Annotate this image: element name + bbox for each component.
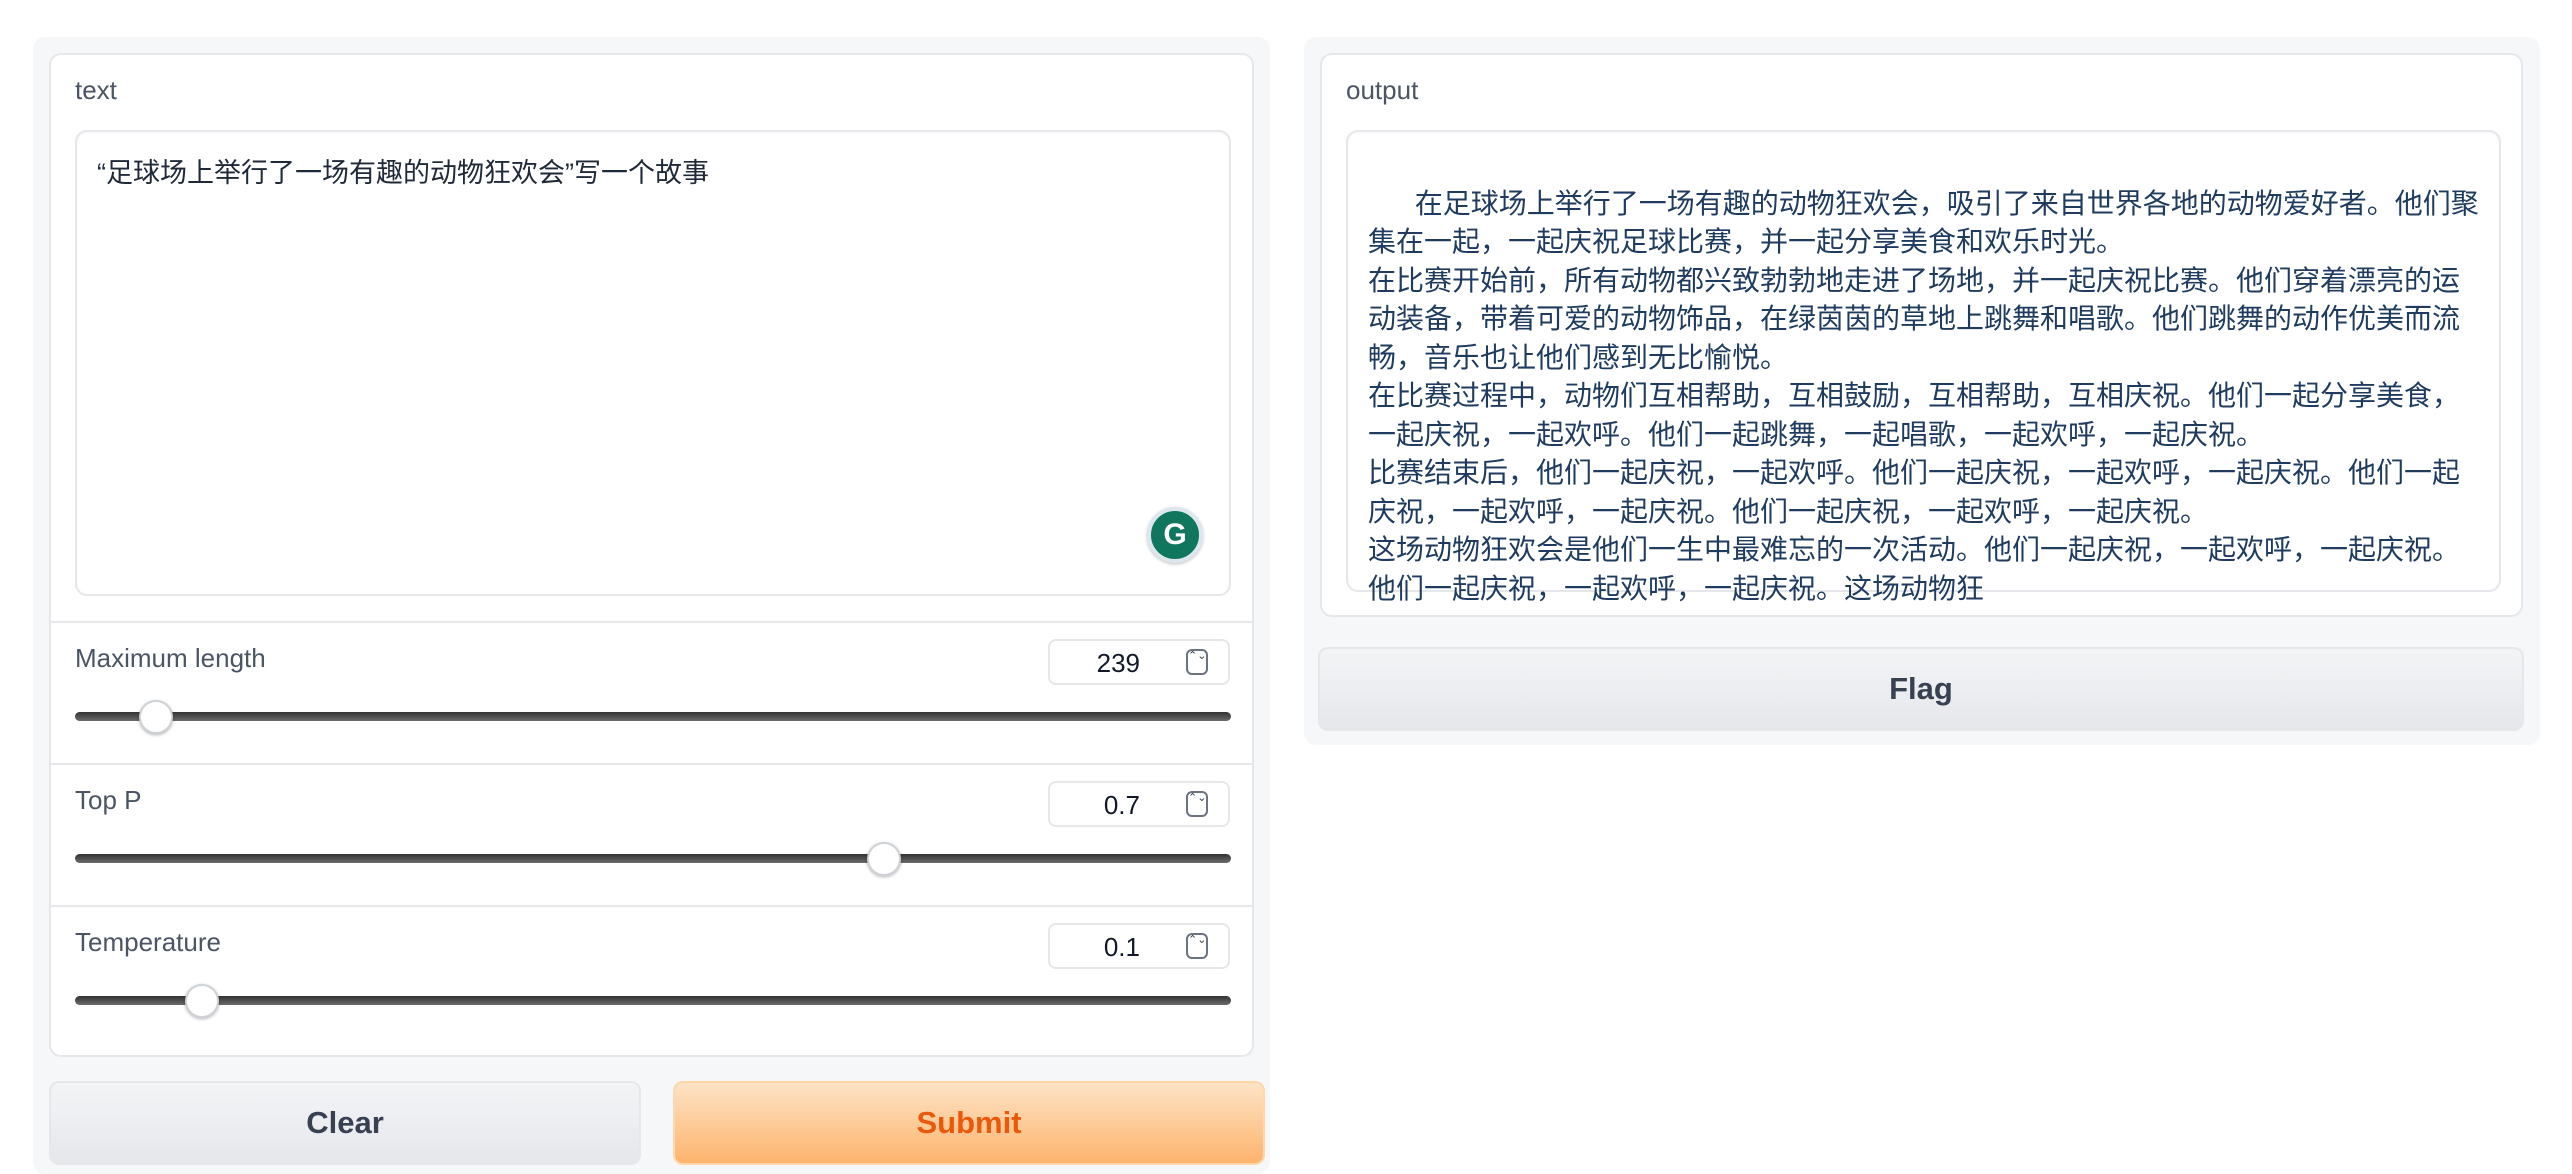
spinner-icon[interactable]: ⌃⌄ <box>1186 933 1208 959</box>
text-input-value: “足球场上举行了一场有趣的动物狂欢会”写一个故事 <box>97 158 709 188</box>
max-length-label: Maximum length <box>75 643 266 673</box>
temperature-label: Temperature <box>75 927 221 957</box>
grammarly-icon[interactable]: G <box>1147 507 1203 563</box>
text-input-label: text <box>75 75 117 105</box>
max-length-number-input[interactable]: 239 ⌃⌄ <box>1048 639 1230 685</box>
max-length-slider-thumb[interactable] <box>138 700 173 734</box>
spinner-icon[interactable]: ⌃⌄ <box>1186 791 1208 817</box>
top-p-slider-block: Top P 0.7 ⌃⌄ <box>51 765 1252 905</box>
max-length-value: 239 <box>1096 648 1140 678</box>
max-length-slider-block: Maximum length 239 ⌃⌄ <box>51 623 1252 763</box>
output-label: output <box>1346 75 1419 105</box>
output-textbox[interactable]: 在足球场上举行了一场有趣的动物狂欢会，吸引了来自世界各地的动物爱好者。他们聚集在… <box>1346 130 2501 604</box>
flag-button[interactable]: Flag <box>1318 647 2524 731</box>
submit-button[interactable]: Submit <box>673 1081 1265 1165</box>
right-column: output 在足球场上举行了一场有趣的动物狂欢会，吸引了来自世界各地的动物爱好… <box>1304 37 2540 745</box>
output-value: 在足球场上举行了一场有趣的动物狂欢会，吸引了来自世界各地的动物爱好者。他们聚集在… <box>1368 187 2479 604</box>
top-p-slider-thumb[interactable] <box>867 842 902 876</box>
temperature-number-input[interactable]: 0.1 ⌃⌄ <box>1048 923 1230 969</box>
top-p-number-input[interactable]: 0.7 ⌃⌄ <box>1048 781 1230 827</box>
top-p-slider-track[interactable] <box>75 854 1231 863</box>
temperature-slider-track[interactable] <box>75 996 1231 1005</box>
input-panel: text “足球场上举行了一场有趣的动物狂欢会”写一个故事 G Maximum … <box>49 53 1254 1057</box>
left-column: text “足球场上举行了一场有趣的动物狂欢会”写一个故事 G Maximum … <box>33 37 1270 1174</box>
temperature-slider-block: Temperature 0.1 ⌃⌄ <box>51 907 1252 1047</box>
max-length-slider-track[interactable] <box>75 712 1231 721</box>
temperature-value: 0.1 <box>1103 932 1140 962</box>
top-p-label: Top P <box>75 785 142 815</box>
clear-button[interactable]: Clear <box>49 1081 641 1165</box>
text-input[interactable]: “足球场上举行了一场有趣的动物狂欢会”写一个故事 G <box>75 130 1231 596</box>
temperature-slider-thumb[interactable] <box>185 984 220 1018</box>
output-panel: output 在足球场上举行了一场有趣的动物狂欢会，吸引了来自世界各地的动物爱好… <box>1320 53 2523 617</box>
top-p-value: 0.7 <box>1103 790 1140 820</box>
spinner-icon[interactable]: ⌃⌄ <box>1186 649 1208 675</box>
